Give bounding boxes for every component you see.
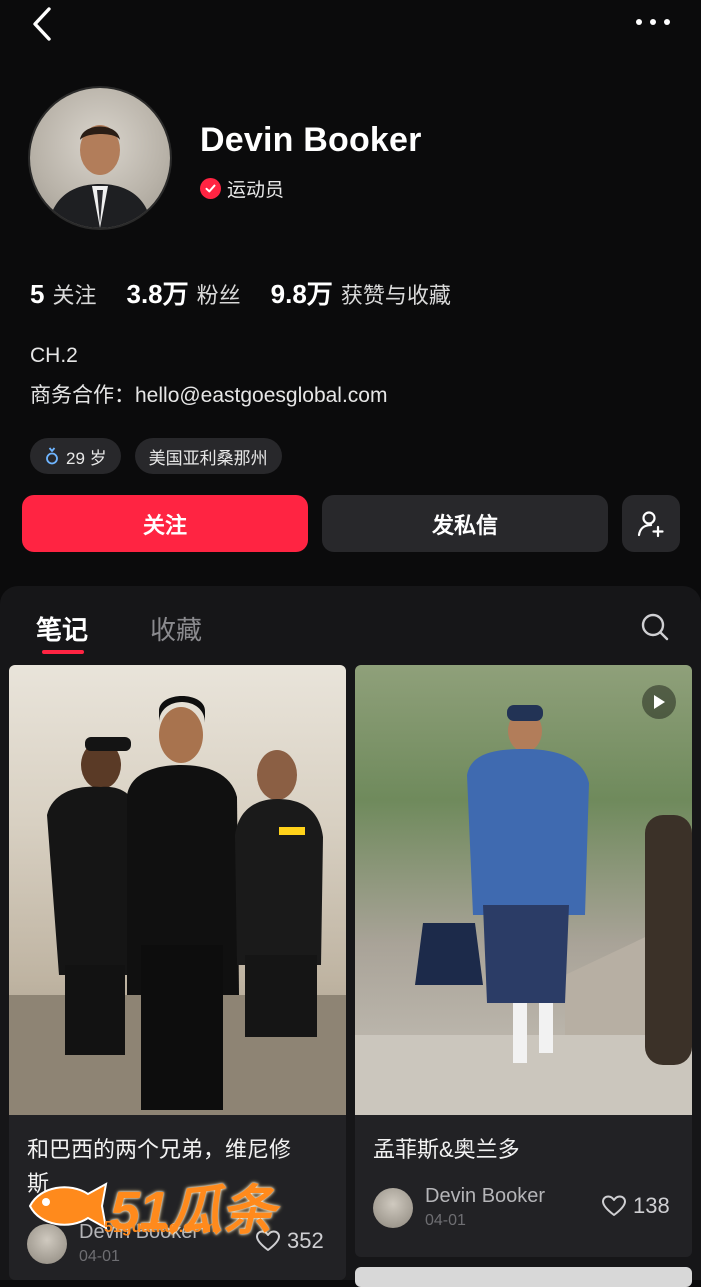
add-friend-button[interactable]: [622, 495, 680, 552]
verified-label: 运动员: [227, 180, 285, 201]
author-name: Devin Booker: [425, 1185, 546, 1207]
stat-following[interactable]: 5 关注: [30, 278, 96, 310]
note-title-line: 和巴西的两个兄弟，维尼修: [27, 1137, 292, 1162]
more-dots-icon: [636, 19, 670, 25]
tab-notes[interactable]: 笔记: [36, 610, 88, 647]
video-badge: [642, 685, 676, 719]
like-button[interactable]: 138: [601, 1193, 670, 1219]
chevron-left-icon: [33, 7, 51, 41]
profile-tags: 29 岁 美国亚利桑那州: [30, 438, 282, 474]
stat-label: 粉丝: [196, 283, 241, 308]
bio-line: 商务合作：hello@eastgoesglobal.com: [30, 384, 388, 407]
add-user-icon: [637, 510, 664, 537]
stat-label: 关注: [52, 283, 97, 308]
heart-icon: [602, 1195, 626, 1216]
note-card[interactable]: 孟菲斯&奥兰多 Devin Booker 04-01 138: [355, 665, 692, 1257]
avatar-portrait: [48, 125, 152, 228]
back-button[interactable]: [22, 4, 62, 44]
profile-avatar[interactable]: [30, 88, 170, 228]
bio-line: CH.2: [30, 344, 78, 367]
note-title: 孟菲斯&奥兰多: [373, 1133, 520, 1167]
note-date: 04-01: [79, 1248, 120, 1265]
like-count: 352: [287, 1228, 324, 1253]
stat-value: 5: [30, 279, 45, 309]
play-icon: [654, 695, 665, 709]
like-count: 138: [633, 1193, 670, 1218]
send-message-button[interactable]: 发私信: [322, 495, 608, 552]
tag-label: 29 岁: [66, 448, 107, 468]
verified-badge: 运动员: [200, 175, 284, 202]
tag-location: 美国亚利桑那州: [134, 438, 282, 474]
stat-label: 获赞与收藏: [340, 283, 451, 308]
author-avatar: [373, 1187, 413, 1228]
search-icon: [641, 613, 669, 641]
male-icon: [46, 447, 58, 465]
note-author[interactable]: Devin Booker 04-01: [373, 1185, 545, 1230]
verified-check-icon: [200, 178, 221, 199]
profile-name: Devin Booker: [200, 121, 422, 159]
note-date: 04-01: [425, 1212, 466, 1229]
tag-age: 29 岁: [30, 438, 121, 474]
stat-value: 3.8万: [126, 279, 189, 309]
note-cover-image: [355, 665, 692, 1115]
note-title-line: 孟菲斯&奥兰多: [373, 1137, 520, 1162]
stat-value: 9.8万: [270, 279, 333, 309]
active-tab-indicator: [42, 650, 84, 654]
stat-followers[interactable]: 3.8万 粉丝: [126, 274, 240, 311]
tab-favorites[interactable]: 收藏: [150, 610, 202, 647]
tag-label: 美国亚利桑那州: [148, 448, 268, 468]
more-options-button[interactable]: [628, 4, 678, 40]
follow-button[interactable]: 关注: [22, 495, 308, 552]
note-cover-image: [9, 665, 346, 1115]
stat-likes-collects[interactable]: 9.8万 获赞与收藏: [271, 274, 451, 311]
search-button[interactable]: [634, 606, 676, 648]
fish-logo-icon: [28, 1181, 108, 1230]
watermark-url: 51guatiao.com: [104, 1219, 217, 1236]
note-card-partial[interactable]: [355, 1267, 692, 1287]
profile-stats: 5 关注 3.8万 粉丝 9.8万 获赞与收藏: [30, 274, 481, 311]
